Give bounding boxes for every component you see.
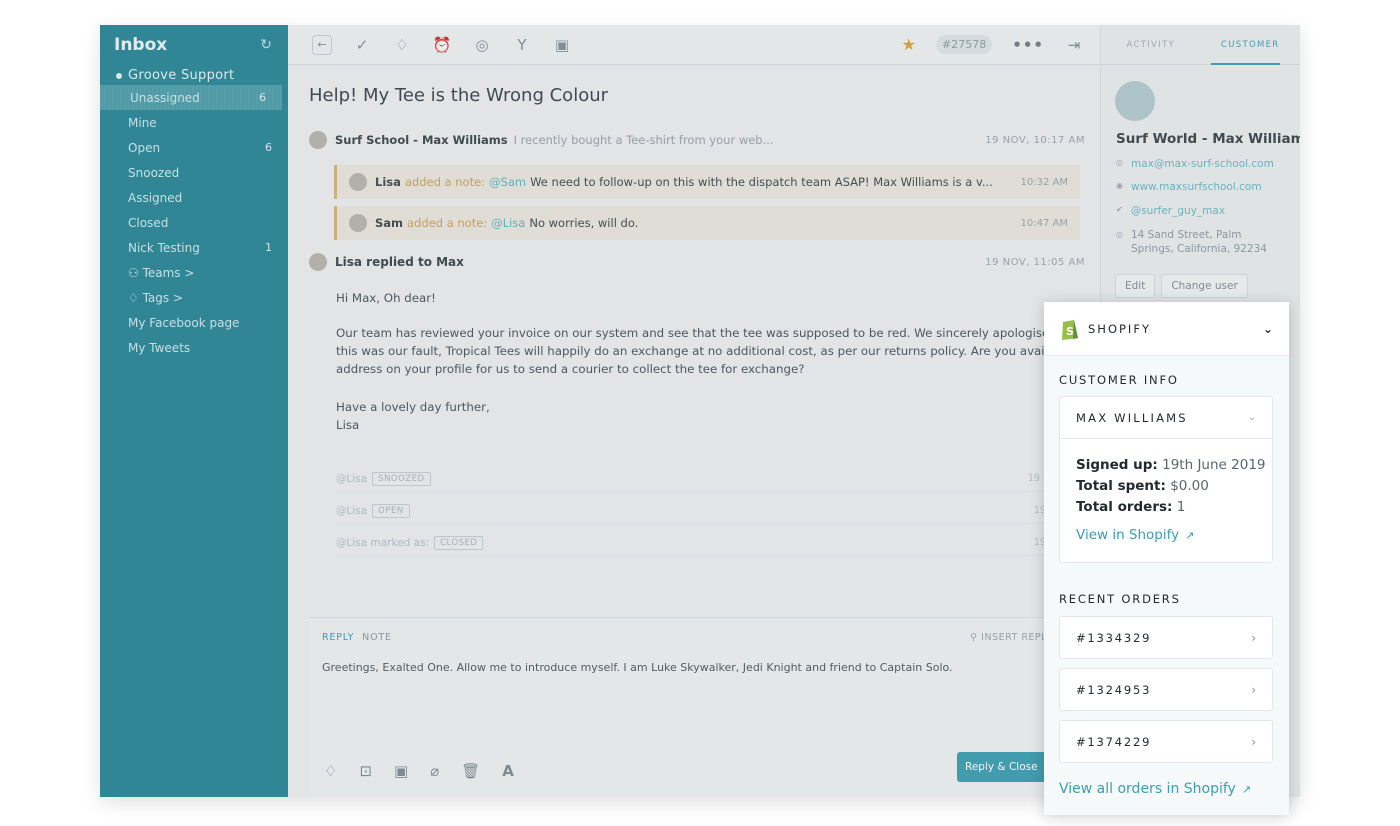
total-spent-row: Total spent: $0.00 xyxy=(1076,478,1209,494)
order-number: #1374229 xyxy=(1076,734,1152,749)
customer-info-heading: CUSTOMER INFO xyxy=(1059,373,1179,387)
view-in-shopify-link[interactable]: View in Shopify ↗ xyxy=(1076,527,1194,543)
external-link-icon: ↗ xyxy=(1241,782,1252,796)
order-number: #1324953 xyxy=(1076,682,1152,697)
total-spent-label: Total spent: xyxy=(1076,478,1166,494)
external-link-icon: ↗ xyxy=(1185,528,1195,542)
chevron-down-icon[interactable]: ⌄ xyxy=(1263,322,1273,336)
customer-card-header[interactable]: MAX WILLIAMS ⌄ xyxy=(1060,397,1272,439)
order-row[interactable]: #1324953 › xyxy=(1059,668,1273,711)
order-number: #1334329 xyxy=(1076,630,1152,645)
customer-card: MAX WILLIAMS ⌄ Signed up: 19th June 2019… xyxy=(1059,396,1273,563)
shopify-logo-icon: S xyxy=(1062,319,1078,340)
view-all-orders-label: View all orders in Shopify xyxy=(1059,781,1236,797)
chevron-right-icon: › xyxy=(1251,682,1256,697)
total-spent-value: $0.00 xyxy=(1170,478,1209,494)
order-row[interactable]: #1374229 › xyxy=(1059,720,1273,763)
shopify-widget: S SHOPIFY ⌄ CUSTOMER INFO MAX WILLIAMS ⌄… xyxy=(1044,302,1289,815)
shopify-header[interactable]: S SHOPIFY ⌄ xyxy=(1044,302,1289,356)
total-orders-row: Total orders: 1 xyxy=(1076,499,1185,515)
chevron-down-icon[interactable]: ⌄ xyxy=(1248,412,1256,423)
signed-up-value: 19th June 2019 xyxy=(1162,457,1266,473)
chevron-right-icon: › xyxy=(1251,630,1256,645)
svg-text:S: S xyxy=(1066,325,1074,338)
recent-orders-heading: RECENT ORDERS xyxy=(1059,592,1181,606)
order-row[interactable]: #1334329 › xyxy=(1059,616,1273,659)
view-in-shopify-label: View in Shopify xyxy=(1076,527,1180,543)
signed-up-row: Signed up: 19th June 2019 xyxy=(1076,457,1266,473)
chevron-right-icon: › xyxy=(1251,734,1256,749)
total-orders-value: 1 xyxy=(1176,499,1186,515)
shopify-title: SHOPIFY xyxy=(1088,321,1151,336)
view-all-orders-link[interactable]: View all orders in Shopify ↗ xyxy=(1059,781,1251,797)
customer-card-name: MAX WILLIAMS xyxy=(1076,410,1188,425)
total-orders-label: Total orders: xyxy=(1076,499,1173,515)
signed-up-label: Signed up: xyxy=(1076,457,1158,473)
